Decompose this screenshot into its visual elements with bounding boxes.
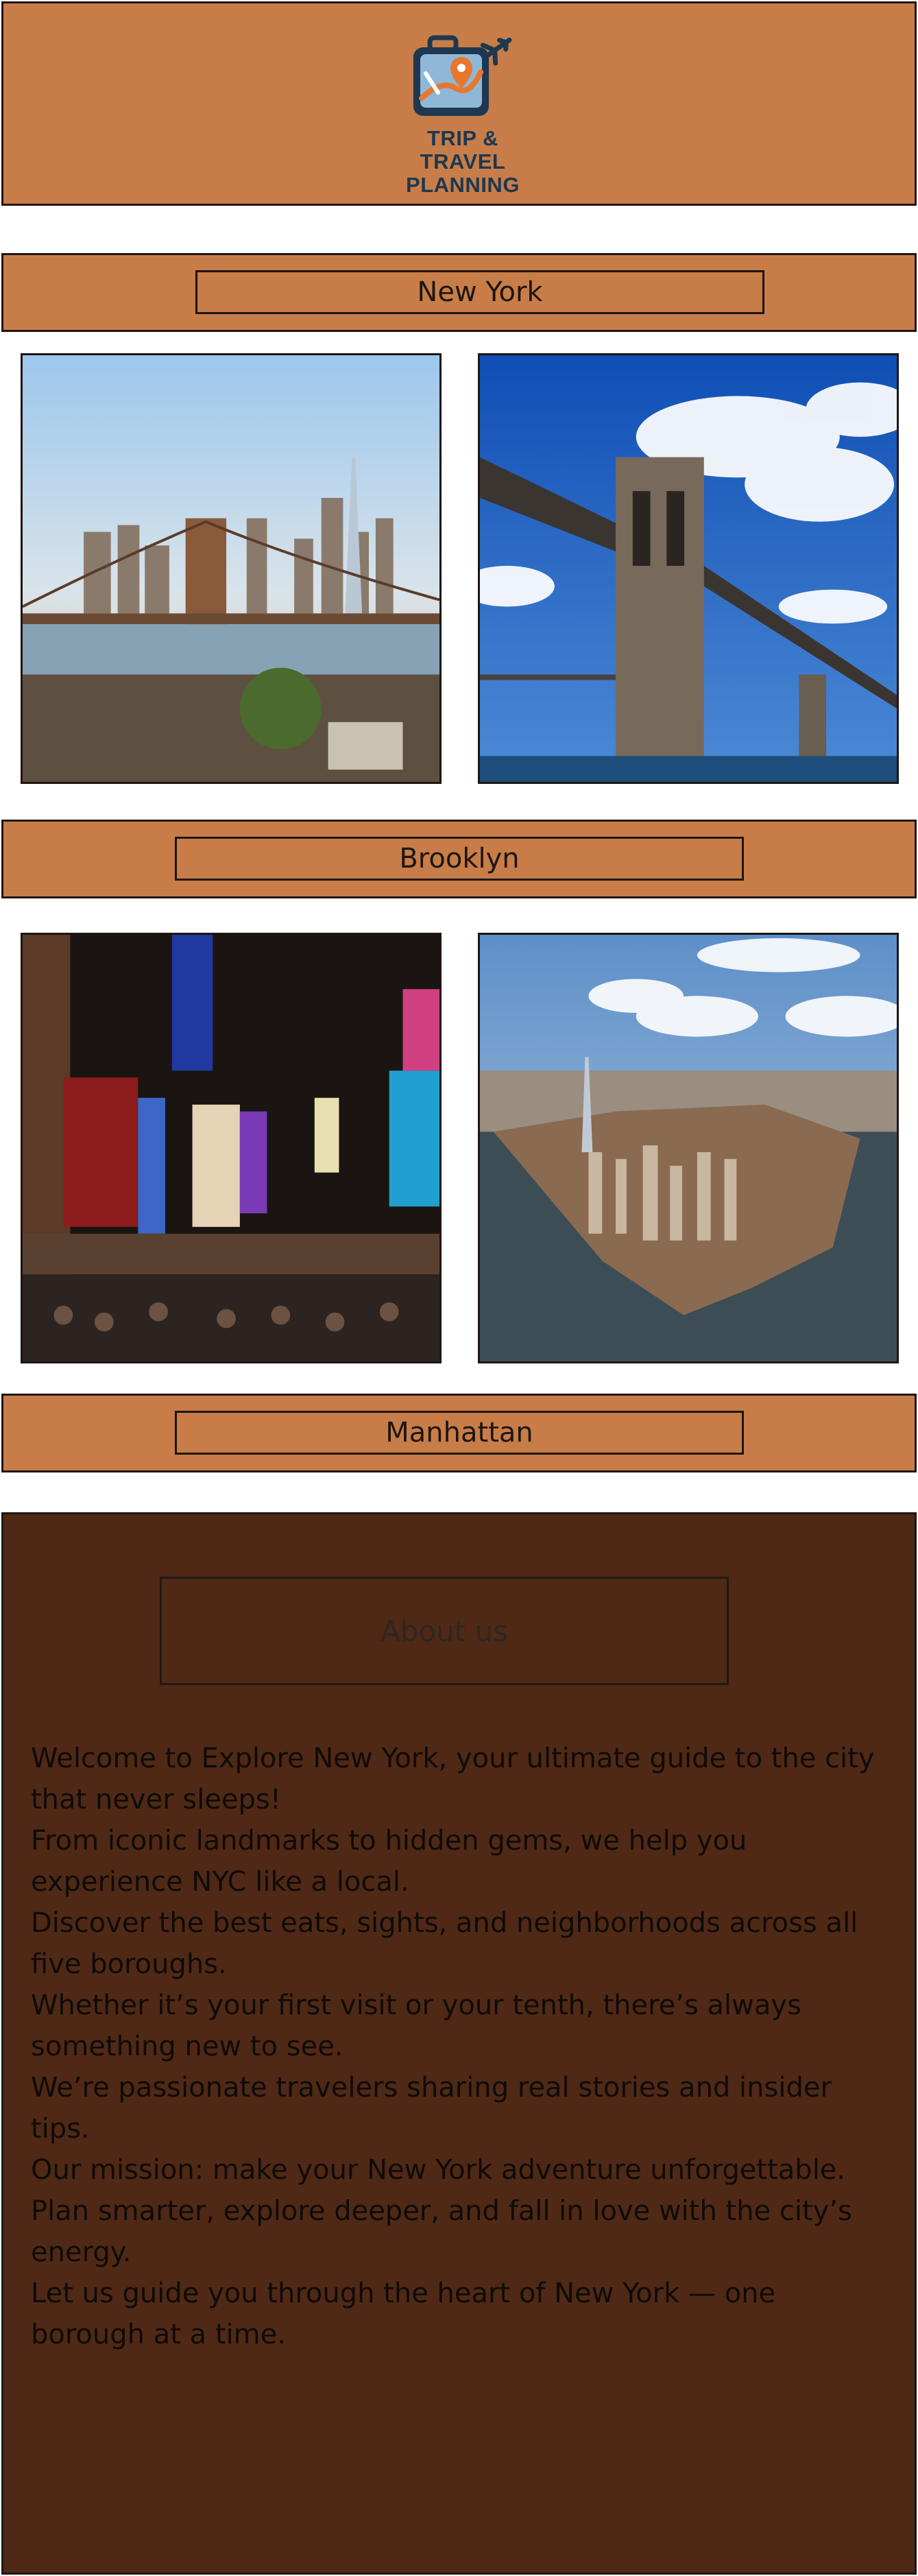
section-bar-manhattan: Manhattan	[1, 1394, 917, 1472]
about-text: Welcome to Explore New York, your ultima…	[31, 1738, 895, 2355]
section-bar-new-york: New York	[1, 253, 917, 332]
about-paragraph: Our mission: make your New York adventur…	[31, 2154, 846, 2186]
times-square-photo[interactable]	[21, 933, 442, 1363]
logo-line-1: TRIP & TRAVEL	[420, 126, 506, 174]
manhattan-aerial-photo[interactable]	[478, 933, 899, 1363]
section-title-manhattan[interactable]: Manhattan	[175, 1411, 744, 1455]
section-title-new-york[interactable]: New York	[195, 270, 764, 314]
about-paragraph: Plan smarter, explore deeper, and fall i…	[31, 2195, 852, 2268]
about-paragraph: Discover the best eats, sights, and neig…	[31, 1907, 858, 1980]
logo-line-2: PLANNING	[406, 173, 520, 197]
section-bar-brooklyn: Brooklyn	[1, 820, 917, 898]
suitcase-map-pin-airplane-icon	[413, 35, 512, 116]
logo-text: TRIP & TRAVEL PLANNING	[394, 127, 531, 197]
about-paragraph: From iconic landmarks to hidden gems, we…	[31, 1825, 747, 1898]
about-paragraph: Welcome to Explore New York, your ultima…	[31, 1743, 875, 1815]
section-title-brooklyn[interactable]: Brooklyn	[175, 837, 744, 881]
about-title: About us	[160, 1577, 729, 1685]
brooklyn-bridge-tower-photo[interactable]	[478, 353, 899, 784]
site-logo[interactable]: TRIP & TRAVEL PLANNING	[394, 31, 531, 197]
about-section: About us Welcome to Explore New York, yo…	[1, 1512, 917, 2575]
about-paragraph: Let us guide you through the heart of Ne…	[31, 2278, 776, 2350]
about-paragraph: Whether it’s your first visit or your te…	[31, 1990, 801, 2062]
site-header: TRIP & TRAVEL PLANNING	[1, 1, 917, 206]
brooklyn-bridge-skyline-photo[interactable]	[21, 353, 442, 784]
about-paragraph: We’re passionate travelers sharing real …	[31, 2072, 832, 2145]
